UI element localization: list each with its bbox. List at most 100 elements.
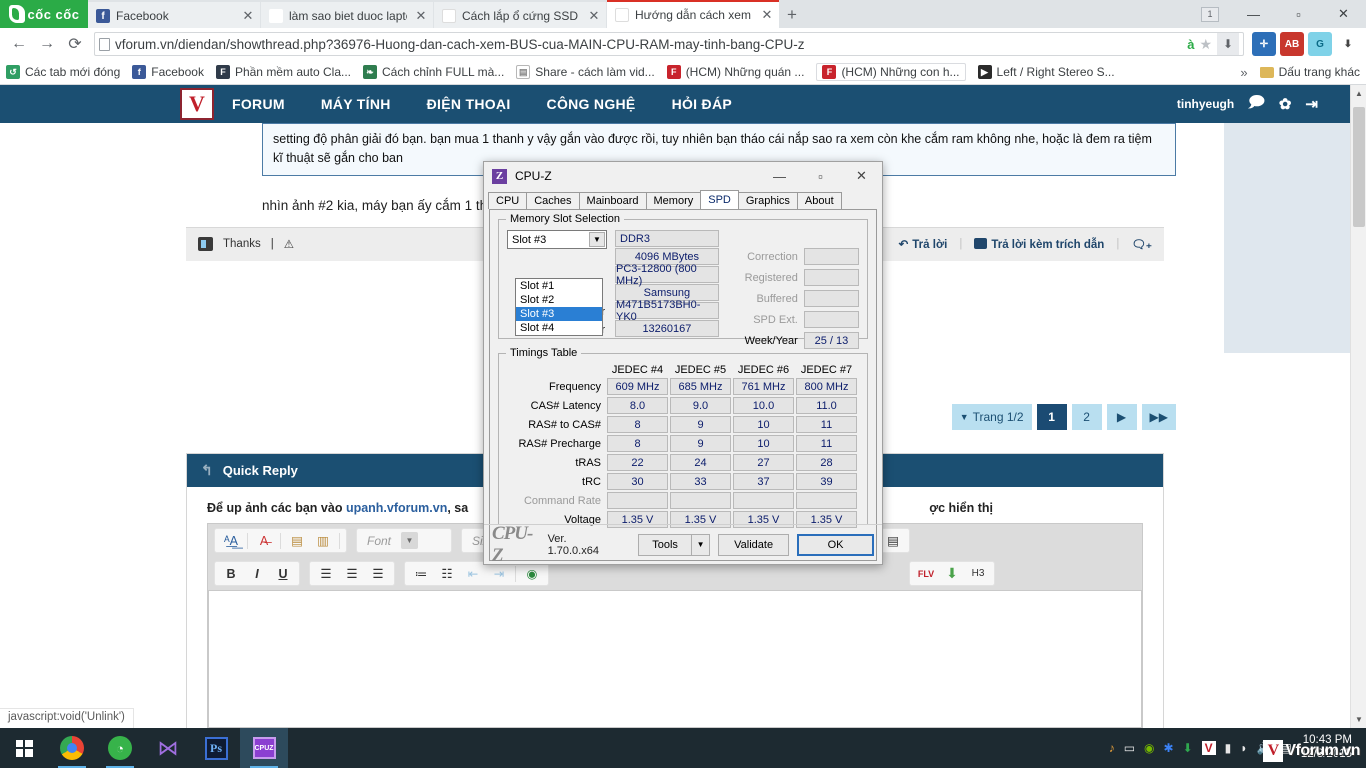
taskbar-movie-maker[interactable]: ⋈ [144,728,192,768]
vforum-icon[interactable]: V [1201,741,1216,755]
reload-icon[interactable]: ⟳ [62,31,88,57]
cpuz-maximize-button[interactable]: ▫ [800,162,841,190]
other-bookmarks-folder[interactable]: Dấu trang khác [1259,65,1360,79]
tools-button[interactable]: Tools [638,533,693,556]
upanh-link[interactable]: upanh.vforum.vn [346,501,447,515]
bookmark-4[interactable]: ▤ Share - cách làm vid... [516,65,655,79]
browser-tab-2[interactable]: V Cách lắp ổ cứng SSD thêm ✕ [434,2,606,28]
underline-icon[interactable]: U [271,563,295,584]
touchpad-icon[interactable]: ▭ [1124,741,1135,755]
tab-close-icon[interactable]: ✕ [586,8,602,24]
scrollbar-thumb[interactable] [1353,107,1365,227]
bold-icon[interactable]: B [219,563,243,584]
paste-from-word-icon[interactable]: ▤ [285,530,309,551]
ordered-list-icon[interactable]: ≔ [409,563,433,584]
bookmark-5[interactable]: F (HCM) Những quán ... [666,65,804,79]
taskbar-cpuz[interactable]: CPUZ [240,728,288,768]
flv-icon[interactable]: FLV [914,563,938,584]
cpuz-titlebar[interactable]: Z CPU-Z — ▫ ✕ [484,162,882,190]
justify-icon[interactable]: ▤ [881,530,905,551]
bookmarks-overflow-icon[interactable]: » [1240,65,1247,80]
nav-dien-thoai[interactable]: ĐIỆN THOẠI [409,85,529,123]
taskbar-chrome[interactable] [48,728,96,768]
download-manager-icon[interactable]: ⬇ [1336,32,1360,56]
ok-button[interactable]: OK [797,533,874,556]
align-center-icon[interactable]: ☰ [340,563,364,584]
tab-about[interactable]: About [796,192,842,209]
tab-mainboard[interactable]: Mainboard [578,192,647,209]
download-arrow-icon[interactable]: ⬇ [1217,33,1239,55]
slot-option-2[interactable]: Slot #2 [516,293,602,307]
bookmark-7[interactable]: ▶ Left / Right Stereo S... [977,65,1115,79]
battery-icon[interactable]: ▮ [1225,741,1232,755]
download-icon[interactable]: ⬇ [940,563,964,584]
page-1-button[interactable]: 1 [1036,404,1067,430]
taskbar-coccoc[interactable]: ◔ [96,728,144,768]
slot-option-3[interactable]: Slot #3 [516,307,602,321]
tab-close-icon[interactable]: ✕ [759,7,775,23]
slot-option-4[interactable]: Slot #4 [516,321,602,335]
close-button[interactable]: ✕ [1321,0,1366,28]
bookmark-6[interactable]: F (HCM) Những con h... [816,63,966,81]
tab-close-icon[interactable]: ✕ [240,8,256,24]
warning-icon[interactable]: ⚠ [284,237,294,251]
page-2-button[interactable]: 2 [1071,404,1102,430]
idm-icon[interactable]: ⬇ [1183,741,1193,755]
back-icon[interactable]: ← [6,31,32,57]
settings-gear-icon[interactable]: ✿ [1279,95,1292,113]
browser-tab-0[interactable]: f Facebook ✕ [88,2,260,28]
nav-hoi-dap[interactable]: HỎI ĐÁP [654,85,750,123]
remove-formatting-icon[interactable]: ᴬ͟A͟ [219,530,243,551]
music-icon[interactable]: ♪ [1109,741,1115,755]
nav-forum[interactable]: FORUM [214,85,303,123]
remove-text-color-icon[interactable]: A̶ [252,530,276,551]
page-info-icon[interactable] [99,37,110,51]
font-select[interactable]: Font ▼ [356,528,452,553]
nav-may-tinh[interactable]: MÁY TÍNH [303,85,409,123]
minimize-button[interactable]: — [1231,0,1276,28]
unordered-list-icon[interactable]: ☷ [435,563,459,584]
slot-select[interactable]: Slot #3 ▼ [507,230,607,249]
page-indicator[interactable]: ▼ Trang 1/2 [951,404,1032,430]
tools-caret-icon[interactable]: ▼ [692,533,711,556]
translate-icon[interactable]: à [1187,37,1194,52]
tab-spd[interactable]: SPD [700,190,739,209]
adblock-plus-icon[interactable]: AB [1280,32,1304,56]
tab-caches[interactable]: Caches [526,192,580,209]
nav-cong-nghe[interactable]: CÔNG NGHỆ [529,85,654,123]
wifi-icon[interactable]: ◗ [1240,741,1247,755]
chevron-down-icon[interactable]: ▼ [589,232,605,247]
reply-textarea[interactable] [208,590,1142,728]
multiquote-icon[interactable]: 🗨₊ [1131,237,1152,251]
tab-graphics[interactable]: Graphics [737,192,798,209]
last-page-button[interactable]: ▶▶ [1141,404,1176,430]
tab-close-icon[interactable]: ✕ [413,8,429,24]
paste-icon[interactable]: ▥ [311,530,335,551]
outdent-icon[interactable]: ⇤ [461,563,485,584]
validate-button[interactable]: Validate [718,533,790,556]
h3-icon[interactable]: H3 [966,563,990,584]
puzzle-extension-icon[interactable]: ✛ [1252,32,1276,56]
bookmark-2[interactable]: F Phần mềm auto Cla... [215,65,351,79]
italic-icon[interactable]: I [245,563,269,584]
next-page-button[interactable]: ▶ [1106,404,1137,430]
bookmark-1[interactable]: f Facebook [132,65,204,79]
taskbar-photoshop[interactable]: Ps [192,728,240,768]
page-scrollbar[interactable]: ▲ ▼ [1350,85,1366,728]
browser-tab-1[interactable]: G làm sao biet duoc laptop c ✕ [261,2,433,28]
bookmark-star-icon[interactable]: ★ [1199,36,1212,53]
browser-tab-3[interactable]: V Hướng dẫn cách xem BUS ✕ [607,0,779,28]
slot-dropdown-list[interactable]: Slot #1 Slot #2 Slot #3 Slot #4 [515,278,603,336]
thanks-icon[interactable] [198,237,213,252]
align-left-icon[interactable]: ☰ [314,563,338,584]
maximize-button[interactable]: ▫ [1276,0,1321,28]
vforum-logo[interactable]: V [180,88,214,120]
tools-split-button[interactable]: Tools ▼ [638,533,711,556]
messages-icon[interactable]: 🗩 [1248,92,1265,117]
slot-option-1[interactable]: Slot #1 [516,279,602,293]
tab-memory[interactable]: Memory [645,192,702,209]
address-bar[interactable]: vforum.vn/diendan/showthread.php?36976-H… [94,32,1244,56]
bookmark-0[interactable]: ↺ Các tab mới đóng [6,65,120,79]
nvidia-icon[interactable]: ◉ [1144,741,1154,755]
new-tab-button[interactable]: + [779,2,805,28]
